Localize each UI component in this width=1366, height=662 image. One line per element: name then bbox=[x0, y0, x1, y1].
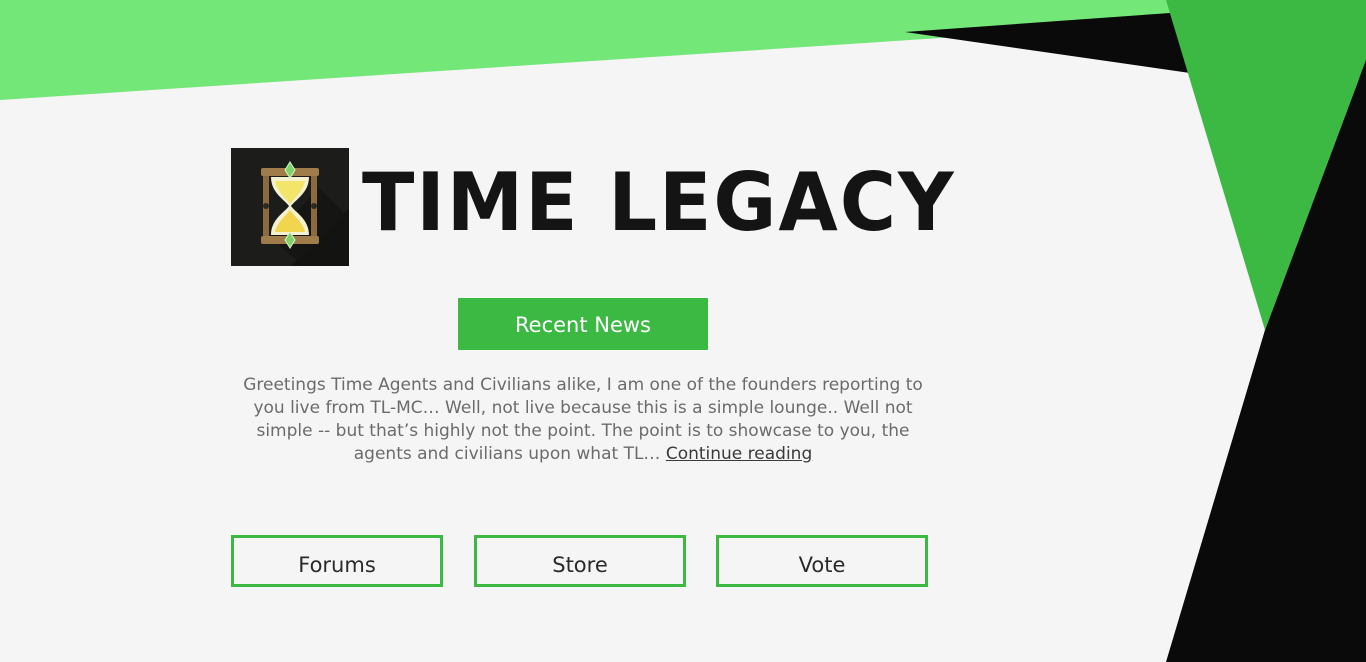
forums-button[interactable]: Forums bbox=[231, 535, 443, 587]
news-excerpt: Greetings Time Agents and Civilians alik… bbox=[232, 374, 934, 466]
continue-reading-link[interactable]: Continue reading bbox=[666, 444, 812, 464]
recent-news-button[interactable]: Recent News bbox=[458, 298, 708, 350]
page-content: TIME LEGACY Recent News Greetings Time A… bbox=[0, 0, 1366, 662]
vote-button[interactable]: Vote bbox=[716, 535, 928, 587]
store-button[interactable]: Store bbox=[474, 535, 686, 587]
logo[interactable] bbox=[231, 148, 349, 266]
news-excerpt-text: Greetings Time Agents and Civilians alik… bbox=[243, 375, 923, 464]
hourglass-icon bbox=[231, 148, 349, 266]
site-title[interactable]: TIME LEGACY bbox=[362, 158, 956, 248]
